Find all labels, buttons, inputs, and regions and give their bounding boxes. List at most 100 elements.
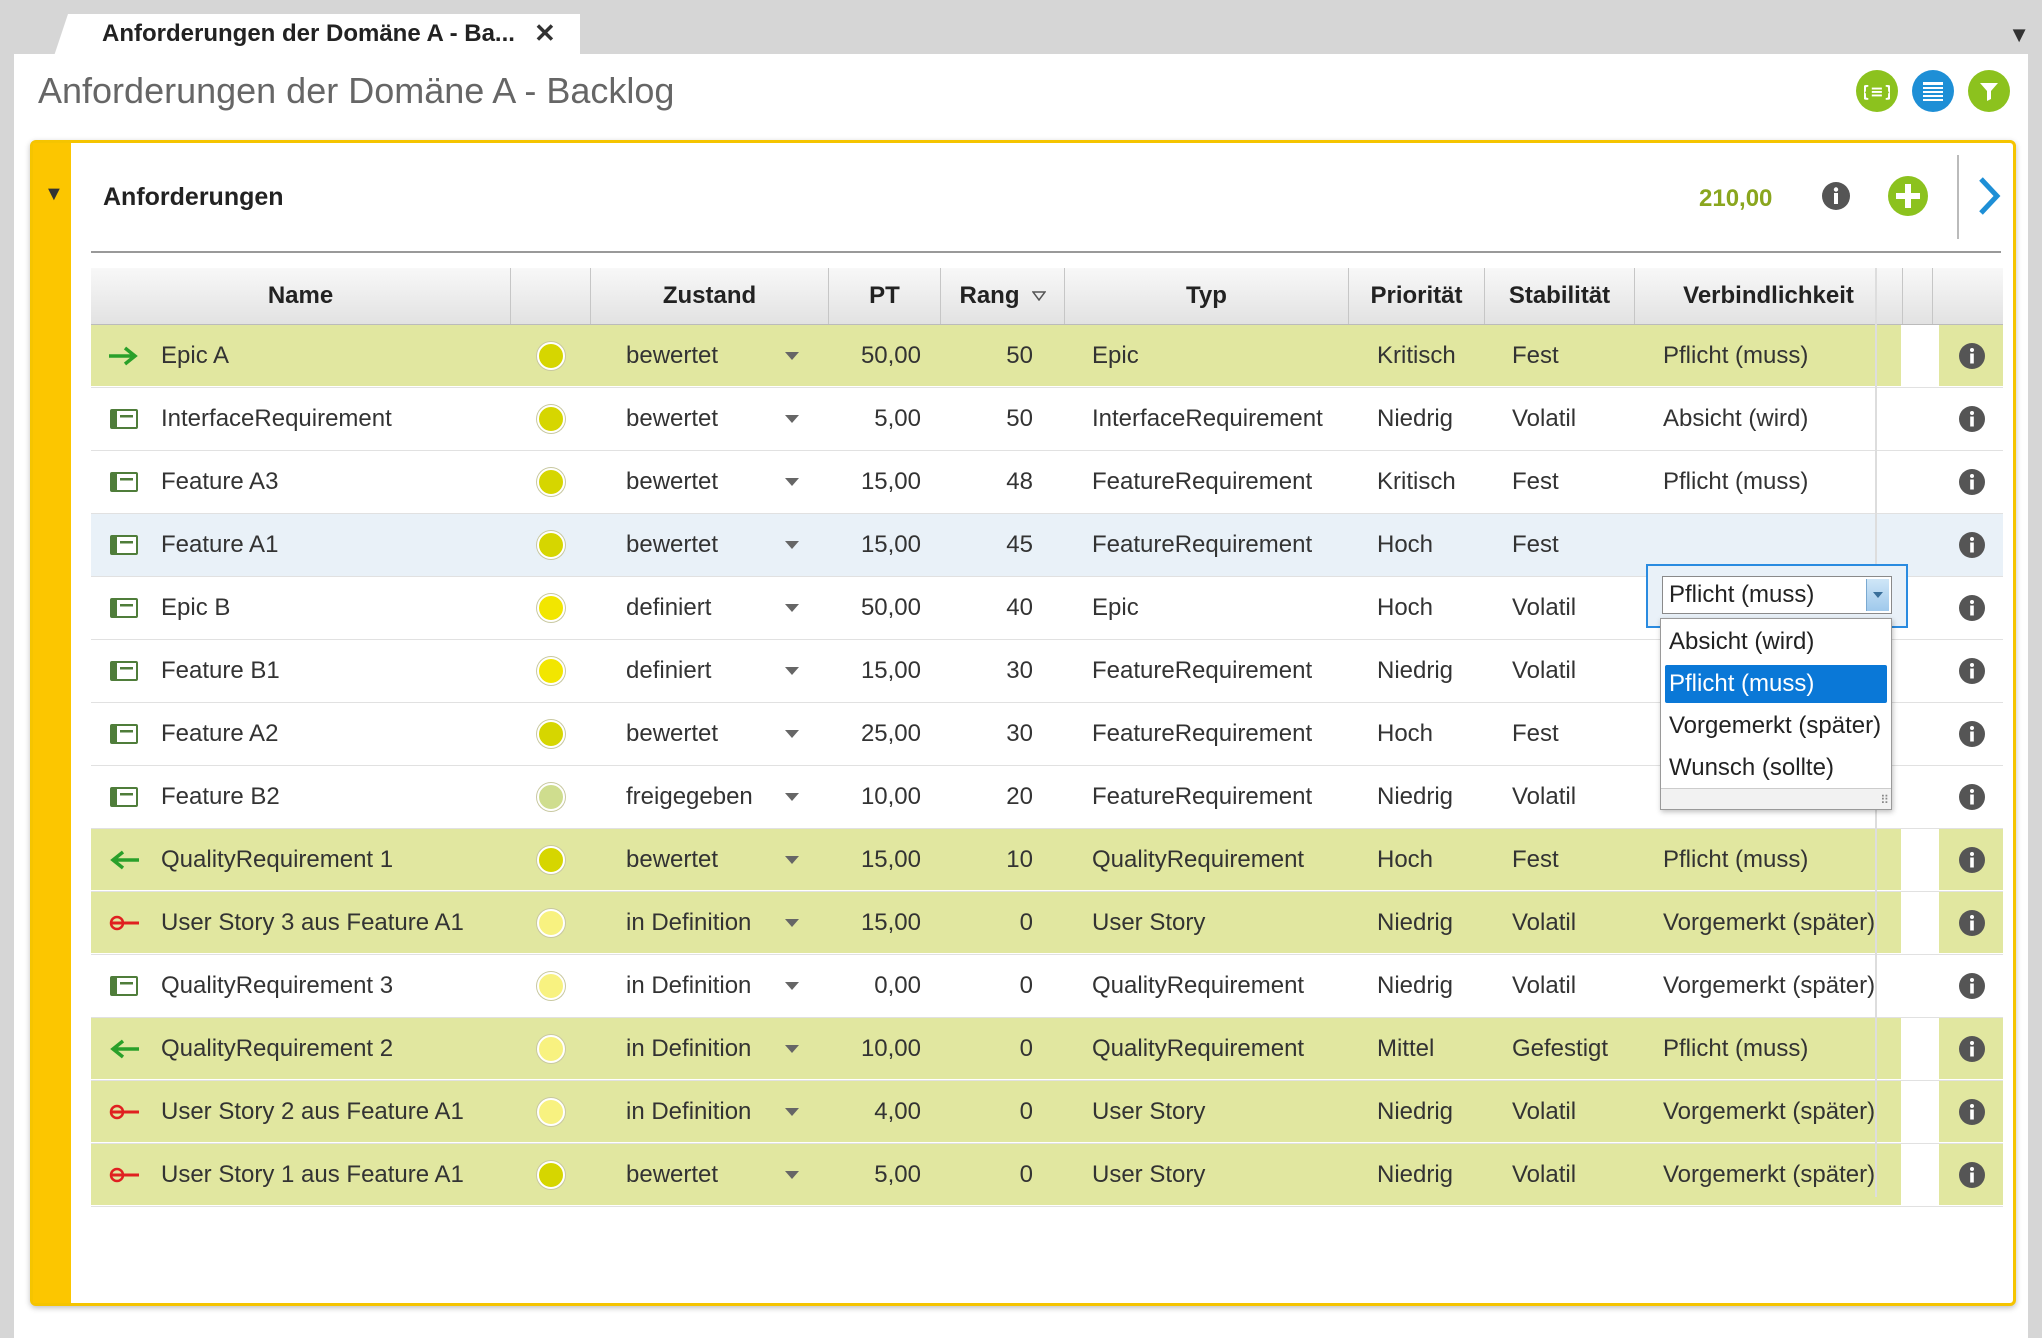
- chevron-down-icon[interactable]: [783, 451, 801, 512]
- chevron-down-icon[interactable]: [783, 640, 801, 701]
- chevron-down-icon[interactable]: [783, 1144, 801, 1205]
- cell-stabilitaet[interactable]: Fest: [1512, 514, 1559, 575]
- cell-prioritaet[interactable]: Niedrig: [1377, 892, 1453, 953]
- dropdown-option[interactable]: Absicht (wird): [1665, 623, 1887, 661]
- cell-verbindlichkeit[interactable]: Pflicht (muss): [1663, 1018, 1808, 1079]
- cell-pt[interactable]: 50,00: [811, 325, 921, 386]
- chevron-down-icon[interactable]: [783, 766, 801, 827]
- cell-typ[interactable]: FeatureRequirement: [1092, 451, 1312, 512]
- cell-verbindlichkeit[interactable]: Pflicht (muss): [1663, 829, 1808, 890]
- cell-prioritaet[interactable]: Mittel: [1377, 1018, 1434, 1079]
- table-row[interactable]: User Story 3 aus Feature A1 in Definition…: [91, 892, 2003, 955]
- cell-verbindlichkeit[interactable]: Vorgemerkt (später): [1663, 892, 1875, 953]
- dropdown-option-selected[interactable]: Pflicht (muss): [1665, 665, 1887, 703]
- info-icon[interactable]: [1957, 829, 1987, 890]
- cell-typ[interactable]: User Story: [1092, 892, 1205, 953]
- cell-pt[interactable]: 5,00: [811, 388, 921, 449]
- cell-name[interactable]: Feature A1: [161, 514, 278, 575]
- cell-prioritaet[interactable]: Niedrig: [1377, 1144, 1453, 1205]
- cell-name[interactable]: Feature A3: [161, 451, 278, 512]
- cell-rang[interactable]: 0: [971, 1081, 1033, 1142]
- cell-pt[interactable]: 15,00: [811, 892, 921, 953]
- chevron-down-icon[interactable]: [783, 325, 801, 386]
- cell-prioritaet[interactable]: Niedrig: [1377, 1081, 1453, 1142]
- cell-prioritaet[interactable]: Niedrig: [1377, 388, 1453, 449]
- chevron-down-icon[interactable]: [783, 829, 801, 890]
- resize-grip-icon[interactable]: ⠿: [1880, 793, 1889, 807]
- cell-stabilitaet[interactable]: Fest: [1512, 703, 1559, 764]
- cell-zustand[interactable]: definiert: [626, 640, 711, 701]
- table-row[interactable]: Feature A3 bewertet 15,00 48 FeatureRequirem…: [91, 451, 2003, 514]
- cell-name[interactable]: QualityRequirement 3: [161, 955, 393, 1016]
- cell-pt[interactable]: 15,00: [811, 640, 921, 701]
- combobox-field[interactable]: Pflicht (muss): [1662, 576, 1892, 614]
- cell-zustand[interactable]: bewertet: [626, 703, 718, 764]
- cell-name[interactable]: User Story 1 aus Feature A1: [161, 1144, 464, 1205]
- cell-rang[interactable]: 0: [971, 955, 1033, 1016]
- cell-stabilitaet[interactable]: Volatil: [1512, 577, 1576, 638]
- cell-zustand[interactable]: bewertet: [626, 514, 718, 575]
- collapse-icon[interactable]: ▼: [44, 183, 64, 206]
- table-row[interactable]: User Story 1 aus Feature A1 bewertet 5,00 0…: [91, 1144, 2003, 1207]
- cell-zustand[interactable]: bewertet: [626, 451, 718, 512]
- cell-rang[interactable]: 0: [971, 892, 1033, 953]
- dropdown-option[interactable]: Vorgemerkt (später): [1665, 707, 1887, 745]
- cell-stabilitaet[interactable]: Volatil: [1512, 955, 1576, 1016]
- table-row[interactable]: User Story 2 aus Feature A1 in Definition…: [91, 1081, 2003, 1144]
- cell-typ[interactable]: InterfaceRequirement: [1092, 388, 1323, 449]
- info-icon[interactable]: [1957, 577, 1987, 638]
- cell-stabilitaet[interactable]: Volatil: [1512, 1081, 1576, 1142]
- col-header-verbindlichkeit[interactable]: Verbindlichkeit: [1635, 268, 1903, 324]
- col-header-pt[interactable]: PT: [829, 268, 941, 324]
- info-icon[interactable]: [1957, 766, 1987, 827]
- cell-typ[interactable]: Epic: [1092, 577, 1139, 638]
- cell-pt[interactable]: 0,00: [811, 955, 921, 1016]
- info-icon[interactable]: [1957, 451, 1987, 512]
- add-button[interactable]: [1887, 175, 1929, 217]
- cell-stabilitaet[interactable]: Gefestigt: [1512, 1018, 1608, 1079]
- cell-rang[interactable]: 50: [971, 325, 1033, 386]
- info-icon[interactable]: [1821, 181, 1851, 211]
- col-header-status-dot[interactable]: [511, 268, 591, 324]
- info-icon[interactable]: [1957, 388, 1987, 449]
- chevron-down-icon[interactable]: [783, 955, 801, 1016]
- info-icon[interactable]: [1957, 1144, 1987, 1205]
- cell-pt[interactable]: 10,00: [811, 1018, 921, 1079]
- col-header-typ[interactable]: Typ: [1065, 268, 1349, 324]
- cell-name[interactable]: Feature B2: [161, 766, 280, 827]
- chevron-down-icon[interactable]: [783, 892, 801, 953]
- cell-zustand[interactable]: definiert: [626, 577, 711, 638]
- cell-verbindlichkeit[interactable]: Vorgemerkt (später): [1663, 955, 1875, 1016]
- cell-name[interactable]: Feature A2: [161, 703, 278, 764]
- info-icon[interactable]: [1957, 703, 1987, 764]
- filter-icon[interactable]: [1968, 70, 2010, 112]
- cell-typ[interactable]: User Story: [1092, 1144, 1205, 1205]
- cell-rang[interactable]: 48: [971, 451, 1033, 512]
- cell-stabilitaet[interactable]: Volatil: [1512, 1144, 1576, 1205]
- cell-prioritaet[interactable]: Hoch: [1377, 514, 1433, 575]
- cell-rang[interactable]: 0: [971, 1018, 1033, 1079]
- cell-stabilitaet[interactable]: Volatil: [1512, 766, 1576, 827]
- cell-name[interactable]: Epic B: [161, 577, 230, 638]
- tab-backlog[interactable]: Anforderungen der Domäne A - Ba... ✕: [54, 14, 580, 56]
- chevron-down-icon[interactable]: [783, 514, 801, 575]
- table-row[interactable]: QualityRequirement 2 in Definition 10,00 0 Q…: [91, 1018, 2003, 1081]
- cell-prioritaet[interactable]: Niedrig: [1377, 766, 1453, 827]
- chevron-down-icon[interactable]: [783, 577, 801, 638]
- cell-rang[interactable]: 30: [971, 640, 1033, 701]
- braces-icon[interactable]: {≡}: [1856, 70, 1898, 112]
- cell-verbindlichkeit[interactable]: Absicht (wird): [1663, 388, 1808, 449]
- chevron-down-icon[interactable]: [783, 388, 801, 449]
- list-view-icon[interactable]: [1912, 70, 1954, 112]
- dropdown-arrow-icon[interactable]: [1866, 579, 1889, 611]
- cell-pt[interactable]: 10,00: [811, 766, 921, 827]
- cell-prioritaet[interactable]: Hoch: [1377, 703, 1433, 764]
- col-header-zustand[interactable]: Zustand: [591, 268, 829, 324]
- cell-typ[interactable]: FeatureRequirement: [1092, 766, 1312, 827]
- cell-rang[interactable]: 40: [971, 577, 1033, 638]
- cell-typ[interactable]: FeatureRequirement: [1092, 640, 1312, 701]
- cell-stabilitaet[interactable]: Volatil: [1512, 388, 1576, 449]
- cell-prioritaet[interactable]: Niedrig: [1377, 640, 1453, 701]
- cell-name[interactable]: QualityRequirement 1: [161, 829, 393, 890]
- info-icon[interactable]: [1957, 514, 1987, 575]
